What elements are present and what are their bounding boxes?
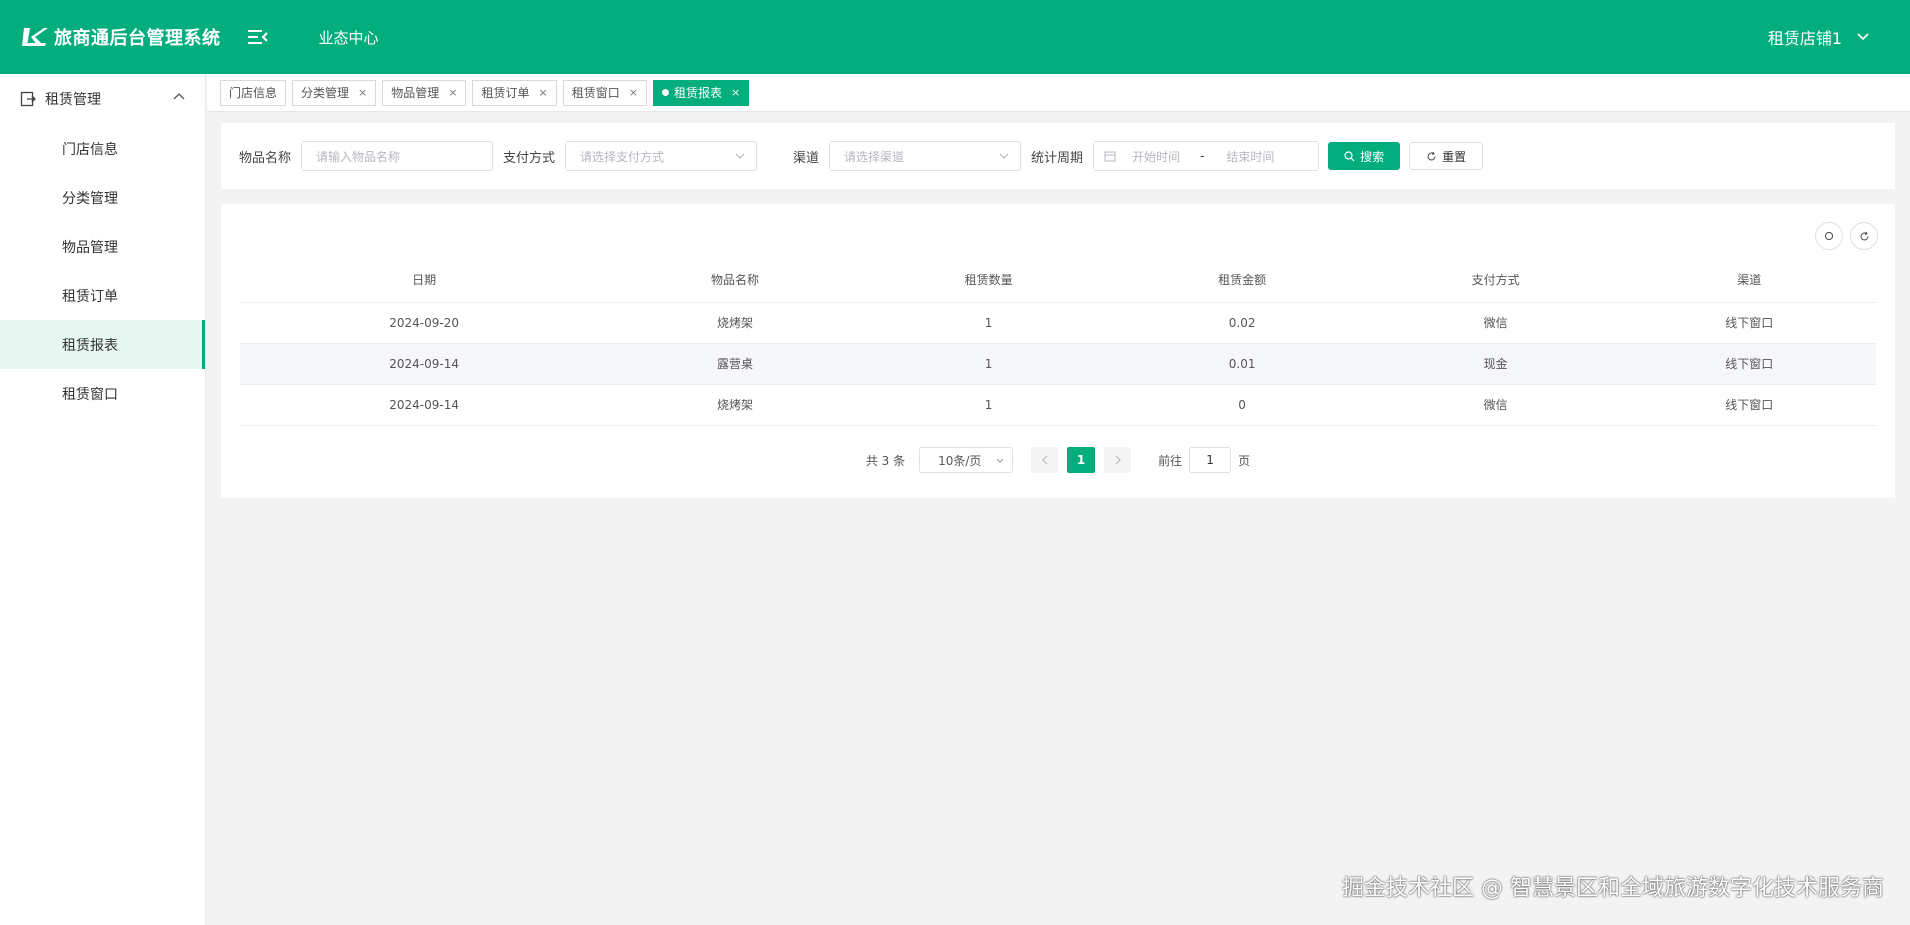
sidebar-item-window[interactable]: 租赁窗口 <box>0 369 205 418</box>
tab-orders[interactable]: 租赁订单 × <box>472 79 557 106</box>
report-table-card: 日期 物品名称 租赁数量 租赁金额 支付方式 渠道 2024-09-20 烧烤架… <box>221 204 1895 498</box>
end-date-input[interactable]: 结束时间 <box>1226 148 1274 165</box>
close-icon[interactable]: × <box>731 86 740 99</box>
menu-fold-icon[interactable] <box>247 27 269 47</box>
refresh-icon <box>1427 151 1436 160</box>
user-name: 租赁店铺1 <box>1767 29 1842 48</box>
tab-goods[interactable]: 物品管理 × <box>382 79 467 106</box>
chevron-down-icon <box>735 153 745 159</box>
table-row: 2024-09-14 露营桌 1 0.01 现金 线下窗口 <box>240 343 1876 385</box>
prev-page-button[interactable] <box>1031 447 1059 473</box>
watermark: 掘金技术社区 @ 智慧景区和全域旅游数字化技术服务商 <box>1342 876 1884 901</box>
tab-window[interactable]: 租赁窗口 × <box>562 79 647 106</box>
refresh-icon <box>1859 231 1869 240</box>
tab-store-info[interactable]: 门店信息 <box>220 79 287 106</box>
pagination: 共 3 条 10条/页 1 前往 1 页 <box>221 447 1895 473</box>
item-name-input[interactable]: 请输入物品名称 <box>301 141 494 171</box>
next-page-button[interactable] <box>1104 447 1132 473</box>
logo-icon <box>22 28 48 46</box>
reset-button[interactable]: 重置 <box>1409 142 1484 170</box>
col-amount: 租赁金额 <box>1115 258 1369 303</box>
tab-report[interactable]: 租赁报表 × <box>652 79 750 106</box>
close-icon[interactable]: × <box>448 86 457 99</box>
nav-business-center[interactable]: 业态中心 <box>319 27 379 48</box>
table-row: 2024-09-20 烧烤架 1 0.02 微信 线下窗口 <box>240 302 1876 344</box>
pagination-total: 共 3 条 <box>865 453 906 468</box>
channel-label: 渠道 <box>793 150 820 166</box>
chevron-up-icon <box>173 93 185 100</box>
col-date: 日期 <box>240 258 609 303</box>
sidebar: 租赁管理 门店信息 分类管理 物品管理 租赁订单 租赁报表 租赁窗口 <box>0 74 206 925</box>
start-date-input[interactable]: 开始时间 <box>1132 148 1180 165</box>
goto-page-input[interactable]: 1 <box>1189 447 1232 473</box>
pay-method-label: 支付方式 <box>503 150 556 166</box>
app-title: 旅商通后台管理系统 <box>54 28 221 49</box>
sidebar-item-orders[interactable]: 租赁订单 <box>0 271 205 320</box>
date-range-picker[interactable]: 开始时间 - 结束时间 <box>1093 141 1320 171</box>
report-table: 日期 物品名称 租赁数量 租赁金额 支付方式 渠道 2024-09-20 烧烤架… <box>240 258 1876 426</box>
table-header-row: 日期 物品名称 租赁数量 租赁金额 支付方式 渠道 <box>240 258 1876 303</box>
calendar-icon <box>1104 151 1116 162</box>
table-row: 2024-09-14 烧烤架 1 0 微信 线下窗口 <box>240 384 1876 426</box>
col-pay-method: 支付方式 <box>1368 258 1623 303</box>
chevron-left-icon <box>1041 455 1048 465</box>
sidebar-group-rental[interactable]: 租赁管理 <box>0 74 205 124</box>
chevron-right-icon <box>1115 455 1121 465</box>
tab-category[interactable]: 分类管理 × <box>292 79 377 106</box>
col-quantity: 租赁数量 <box>861 258 1116 303</box>
chevron-down-icon <box>996 458 1004 463</box>
channel-select[interactable]: 请选择渠道 <box>829 141 1022 171</box>
goto-page: 前往 1 页 <box>1158 447 1250 473</box>
period-label: 统计周期 <box>1031 150 1084 166</box>
close-icon[interactable]: × <box>358 86 367 99</box>
chevron-down-icon <box>999 153 1009 159</box>
tabs-bar: 门店信息 分类管理 × 物品管理 × 租赁订单 × 租赁窗口 × 租赁报表 × <box>207 74 1910 112</box>
chevron-down-icon <box>1857 33 1869 41</box>
top-header: 旅商通后台管理系统 业态中心 租赁店铺1 <box>0 0 1910 74</box>
toggle-search-button[interactable] <box>1815 222 1843 250</box>
refresh-table-button[interactable] <box>1850 222 1878 250</box>
sidebar-item-store-info[interactable]: 门店信息 <box>0 124 205 173</box>
close-icon[interactable]: × <box>539 86 548 99</box>
page-size-select[interactable]: 10条/页 <box>919 447 1014 473</box>
user-dropdown[interactable]: 租赁店铺1 <box>1768 0 1870 74</box>
search-icon <box>1344 150 1355 161</box>
col-item-name: 物品名称 <box>608 258 862 303</box>
search-button[interactable]: 搜索 <box>1328 142 1401 170</box>
page-number-1[interactable]: 1 <box>1067 447 1096 473</box>
sidebar-item-category[interactable]: 分类管理 <box>0 173 205 222</box>
col-channel: 渠道 <box>1622 258 1876 303</box>
sidebar-item-report[interactable]: 租赁报表 <box>0 320 205 369</box>
exit-icon <box>20 91 36 107</box>
sidebar-group-label: 租赁管理 <box>45 92 101 108</box>
active-dot-icon <box>661 89 669 96</box>
pay-method-select[interactable]: 请选择支付方式 <box>565 141 758 171</box>
search-icon <box>1824 231 1833 240</box>
close-icon[interactable]: × <box>629 86 638 99</box>
logo[interactable]: 旅商通后台管理系统 <box>22 24 221 50</box>
item-name-label: 物品名称 <box>239 150 292 166</box>
search-form: 物品名称 请输入物品名称 支付方式 请选择支付方式 渠道 请选择渠道 统计周期 … <box>221 123 1895 189</box>
sidebar-item-goods[interactable]: 物品管理 <box>0 222 205 271</box>
